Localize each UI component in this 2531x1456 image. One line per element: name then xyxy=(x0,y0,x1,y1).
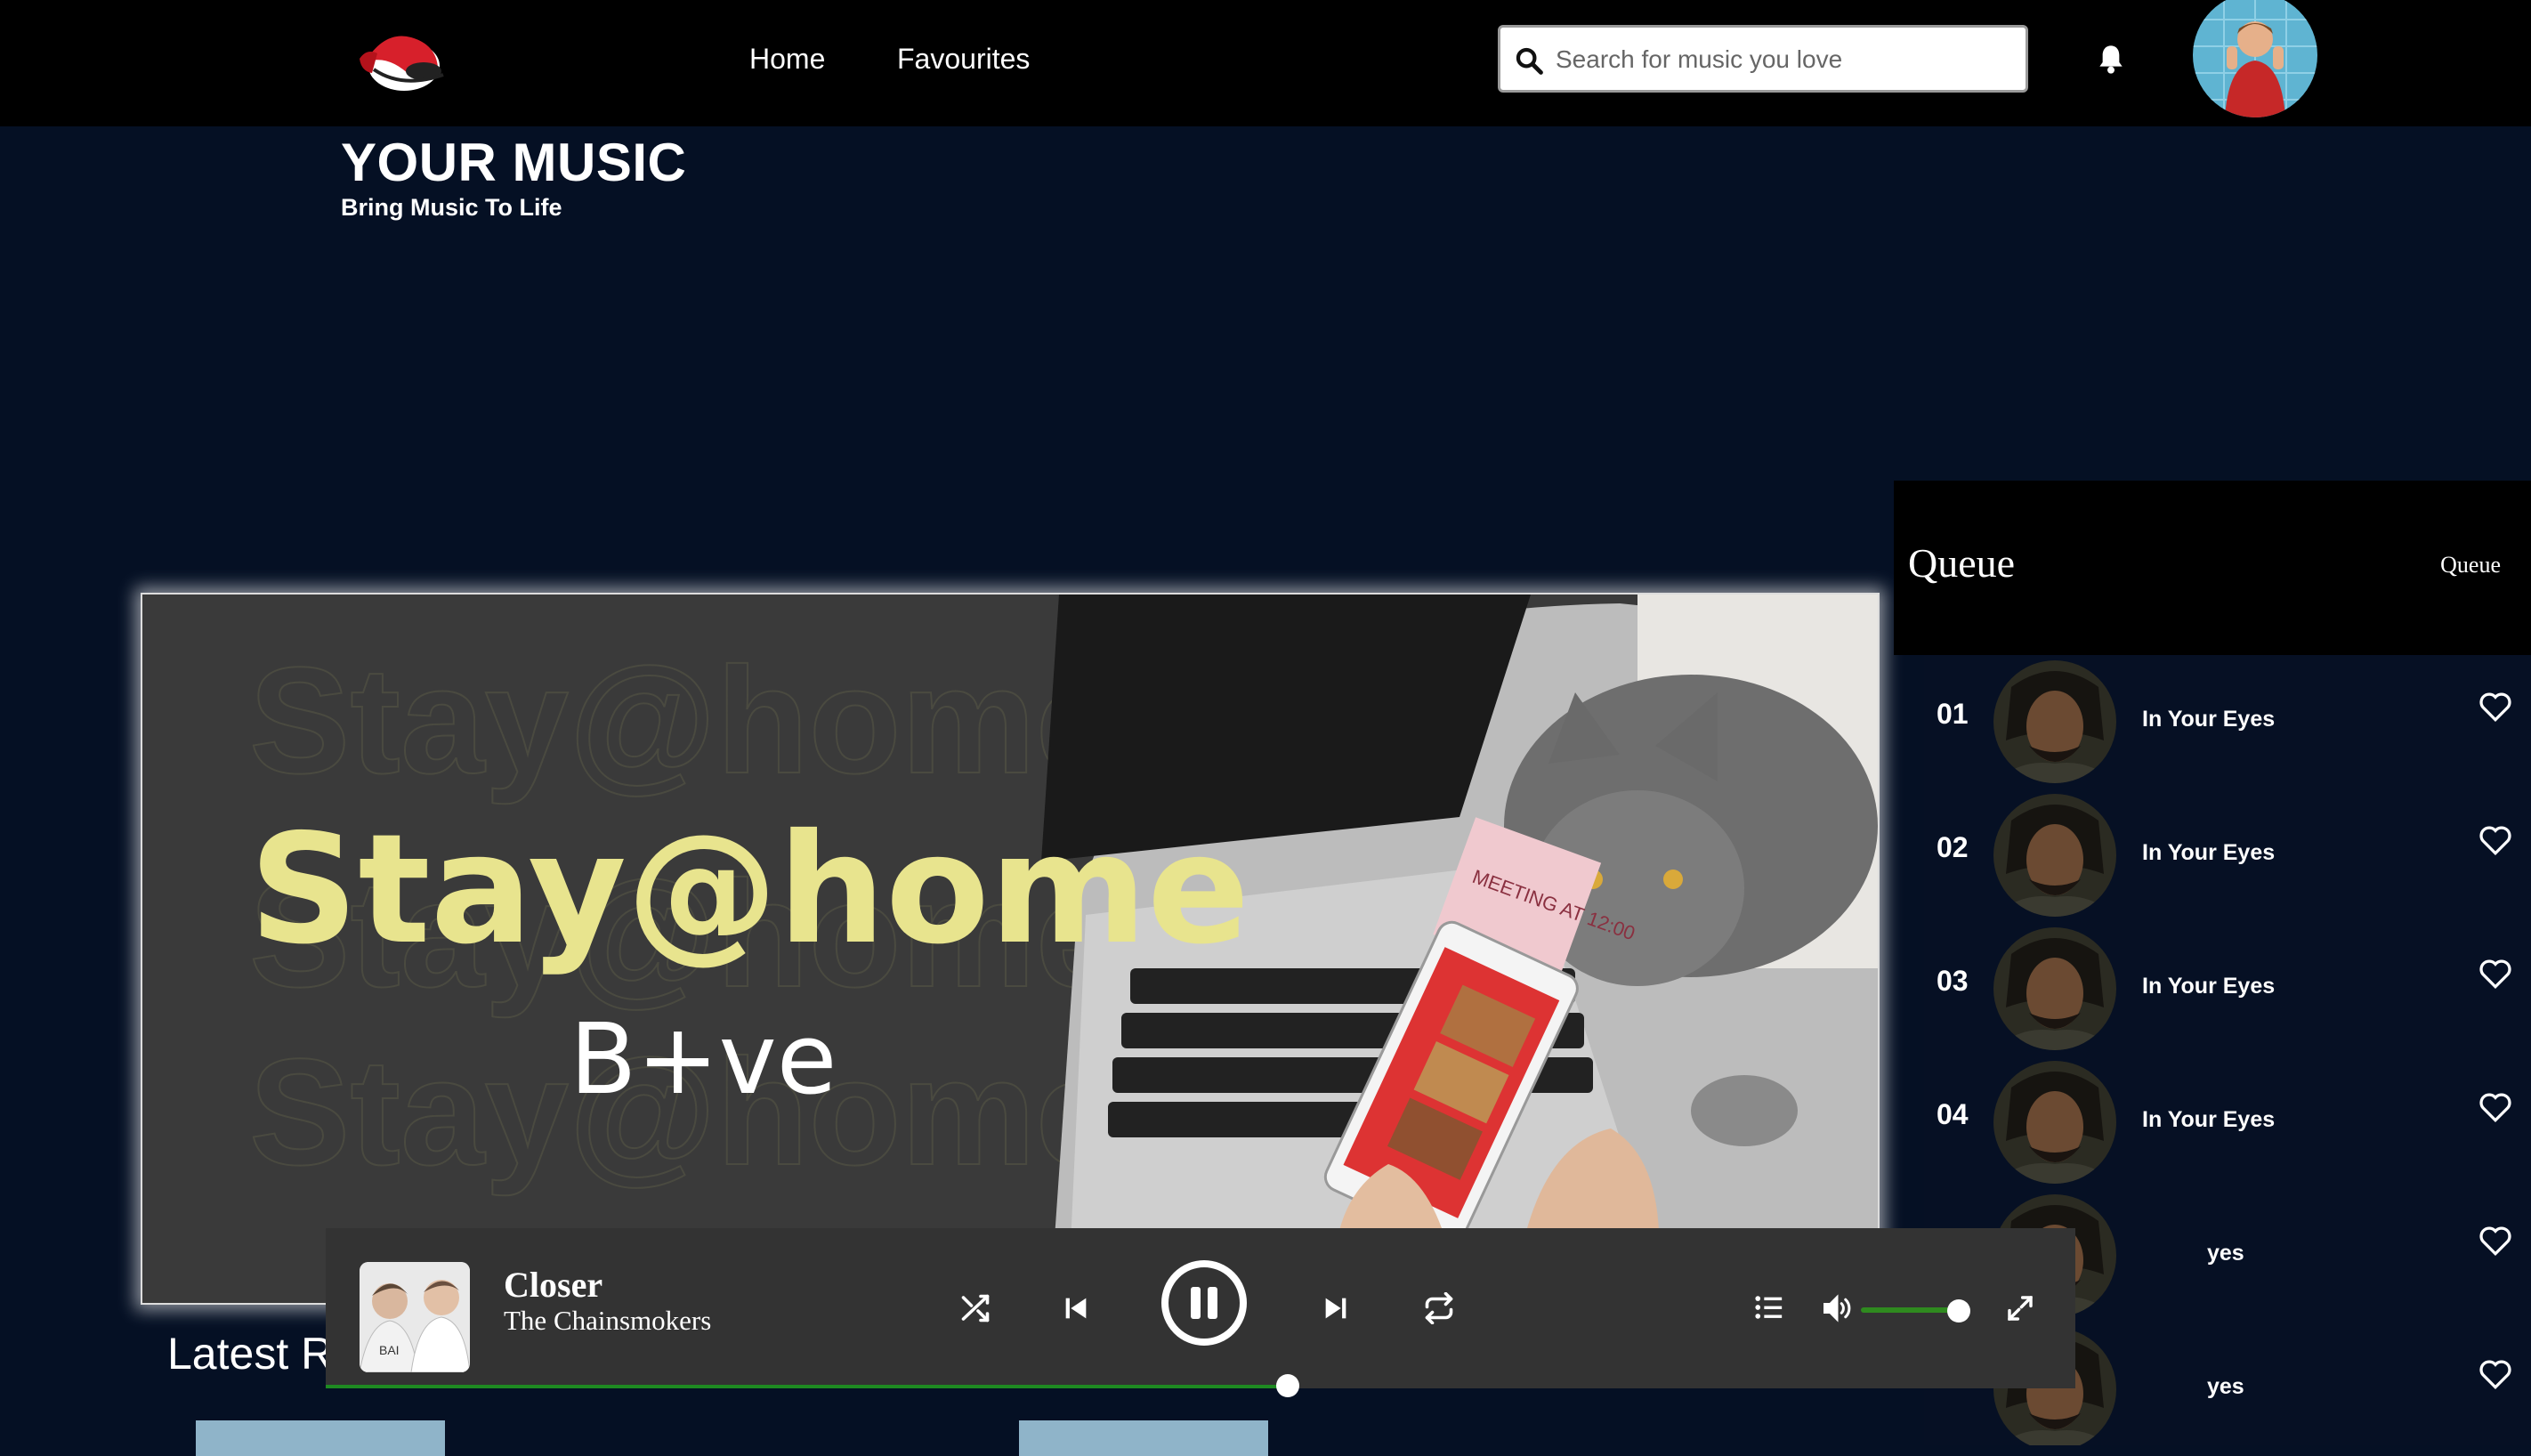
repeat-icon[interactable] xyxy=(1420,1291,1458,1329)
svg-text:Stay@home: Stay@home xyxy=(249,636,1120,805)
queue-title: Queue xyxy=(1908,540,2016,586)
heart-icon[interactable] xyxy=(2478,691,2513,727)
queue-tab[interactable]: Queue xyxy=(2440,552,2501,578)
album-art[interactable]: BAI xyxy=(360,1262,470,1372)
svg-text:BAI: BAI xyxy=(379,1343,400,1357)
pause-button[interactable] xyxy=(1160,1258,1249,1352)
queue-item-artwork xyxy=(1993,794,2116,917)
search-icon xyxy=(1516,47,1543,75)
shuffle-icon[interactable] xyxy=(958,1292,993,1329)
volume-knob[interactable] xyxy=(1947,1299,1971,1323)
heart-icon[interactable] xyxy=(2478,1225,2513,1261)
queue-item[interactable]: 03 In Your Eyes xyxy=(1924,922,2531,1056)
progress-knob[interactable] xyxy=(1276,1374,1300,1397)
queue-item[interactable]: 04 In Your Eyes xyxy=(1924,1056,2531,1189)
search-input[interactable] xyxy=(1554,28,2020,92)
volume-icon[interactable] xyxy=(1819,1292,1855,1329)
queue-item-title: In Your Eyes xyxy=(2142,707,2276,732)
progress-fill xyxy=(326,1385,1289,1388)
queue-item[interactable]: 02 In Your Eyes xyxy=(1924,789,2531,922)
queue-item-title: yes xyxy=(2207,1241,2244,1266)
queue-item-number: 01 xyxy=(1937,698,1969,730)
queue-item-number: 04 xyxy=(1937,1098,1969,1130)
queue-item-artwork xyxy=(1993,1061,2116,1184)
latest-releases-title: Latest R xyxy=(167,1329,334,1379)
top-navbar: Home Favourites xyxy=(0,0,2531,126)
track-title: Closer xyxy=(504,1265,603,1305)
queue-item-title: In Your Eyes xyxy=(2142,974,2276,999)
queue-item-artwork xyxy=(1993,927,2116,1050)
heart-icon[interactable] xyxy=(2478,1091,2513,1128)
queue-item-title: In Your Eyes xyxy=(2142,840,2276,865)
expand-icon[interactable] xyxy=(2006,1294,2034,1327)
progress-bar[interactable] xyxy=(326,1374,2075,1397)
banner-subline: B+ve xyxy=(570,1002,837,1116)
hero-banner[interactable]: Stay@home Stay@home Stay@home MEETING AT… xyxy=(141,593,1880,1305)
heart-icon[interactable] xyxy=(2478,958,2513,994)
heart-icon[interactable] xyxy=(2478,1358,2513,1395)
track-artist: The Chainsmokers xyxy=(504,1305,712,1336)
queue-list-icon[interactable] xyxy=(1753,1292,1785,1327)
bell-icon[interactable] xyxy=(2097,43,2125,79)
user-avatar[interactable] xyxy=(2193,0,2317,117)
heart-icon[interactable] xyxy=(2478,824,2513,861)
banner-headline: Stay@home xyxy=(249,802,1249,978)
nav-home-link[interactable]: Home xyxy=(749,39,825,78)
page-subtitle: Bring Music To Life xyxy=(341,194,562,221)
queue-item-artwork xyxy=(1993,660,2116,783)
volume-slider[interactable] xyxy=(1861,1307,1961,1313)
music-player-bar: BAI Closer The Chainsmokers xyxy=(326,1228,2075,1397)
queue-item[interactable]: 01 In Your Eyes xyxy=(1924,655,2531,789)
queue-item-title: yes xyxy=(2207,1374,2244,1399)
search-box[interactable] xyxy=(1498,25,2028,93)
pause-icon[interactable] xyxy=(1160,1258,1249,1347)
queue-header: Queue Queue xyxy=(1894,481,2531,655)
queue-item-title: In Your Eyes xyxy=(2142,1107,2276,1132)
queue-item-number: 02 xyxy=(1937,831,1969,863)
release-thumbnail[interactable] xyxy=(196,1420,445,1456)
release-thumbnail[interactable] xyxy=(1019,1420,1268,1456)
logo-icon[interactable] xyxy=(358,27,450,96)
previous-icon[interactable] xyxy=(1061,1290,1091,1331)
page-title: YOUR MUSIC xyxy=(341,133,687,192)
nav-favourites-link[interactable]: Favourites xyxy=(897,39,1030,78)
next-icon[interactable] xyxy=(1321,1290,1351,1331)
queue-item-number: 03 xyxy=(1937,965,1969,997)
